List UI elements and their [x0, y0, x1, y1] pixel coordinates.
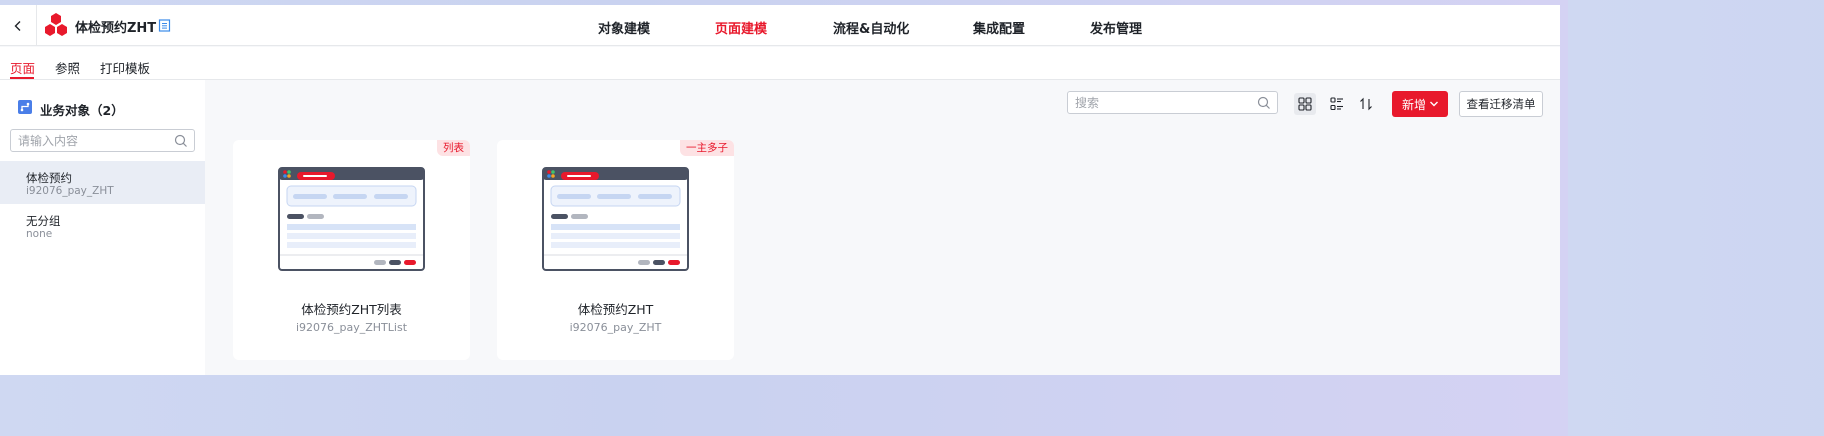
nav-process-automation[interactable]: 流程&自动化: [833, 18, 909, 37]
nav-integration-config[interactable]: 集成配置: [973, 18, 1025, 37]
card-title: 体检预约ZHT列表: [301, 302, 402, 317]
top-header: 体检预约ZHT 对象建模 页面建模 流程&自动化 集成配置 发布管理: [0, 5, 1560, 46]
tab-references[interactable]: 参照: [55, 58, 80, 77]
sort-icon[interactable]: [1355, 93, 1377, 115]
search-icon[interactable]: [1257, 96, 1271, 110]
chevron-down-icon: [1430, 101, 1438, 107]
sidebar-item-name: 无分组: [26, 214, 61, 228]
sidebar: 业务对象（2） 体检预约 i92076_pay_ZHT 无分组 none: [0, 80, 205, 375]
sidebar-item-ungrouped[interactable]: 无分组 none: [0, 204, 205, 247]
app-logo-icon: [45, 13, 67, 36]
sidebar-title: 业务对象（2）: [40, 103, 124, 118]
sidebar-search-input[interactable]: [18, 133, 168, 149]
active-tab-indicator: [10, 77, 34, 79]
tab-print-templates[interactable]: 打印模板: [100, 58, 150, 77]
app-title: 体检预约ZHT: [75, 21, 157, 36]
sub-tabs: 页面 参照 打印模板: [0, 47, 1560, 80]
page-card[interactable]: 列表 体检预约ZHT列表 i92076_pay_ZHTList: [233, 140, 470, 360]
tab-pages[interactable]: 页面: [10, 58, 35, 77]
sidebar-search: [10, 129, 195, 152]
card-type-tag: 列表: [437, 140, 470, 156]
grid-view-icon[interactable]: [1294, 93, 1316, 115]
card-type-tag: 一主多子: [680, 140, 734, 156]
app-window: 体检预约ZHT 对象建模 页面建模 流程&自动化 集成配置 发布管理 页面 参照…: [0, 5, 1560, 375]
sidebar-item-code: none: [26, 228, 53, 240]
view-migration-list-button[interactable]: 查看迁移清单: [1459, 91, 1543, 117]
page-search: [1067, 91, 1278, 114]
card-title: 体检预约ZHT: [577, 302, 654, 317]
page-card[interactable]: 一主多子 体检预约ZHT i92076_pay_ZHT: [497, 140, 734, 360]
sidebar-item-name: 体检预约: [26, 171, 72, 185]
sidebar-item-physical-exam[interactable]: 体检预约 i92076_pay_ZHT: [0, 161, 205, 204]
nav-page-modeling[interactable]: 页面建模: [715, 18, 767, 37]
page-thumbnail-icon: [542, 167, 689, 271]
sidebar-item-code: i92076_pay_ZHT: [26, 185, 114, 197]
nav-release-management[interactable]: 发布管理: [1090, 18, 1142, 37]
search-icon[interactable]: [174, 134, 188, 148]
page-thumbnail-icon: [278, 167, 425, 271]
nav-object-modeling[interactable]: 对象建模: [598, 18, 650, 37]
new-button[interactable]: 新增: [1392, 91, 1448, 117]
business-object-icon: [18, 100, 32, 114]
card-code: i92076_pay_ZHTList: [295, 321, 408, 334]
new-button-label: 新增: [1402, 97, 1427, 112]
list-view-icon[interactable]: [1326, 93, 1348, 115]
back-button[interactable]: [0, 5, 37, 46]
document-icon[interactable]: [158, 19, 171, 32]
card-code: i92076_pay_ZHT: [569, 321, 662, 334]
chevron-left-icon: [14, 20, 21, 31]
page-search-input[interactable]: [1075, 95, 1225, 111]
